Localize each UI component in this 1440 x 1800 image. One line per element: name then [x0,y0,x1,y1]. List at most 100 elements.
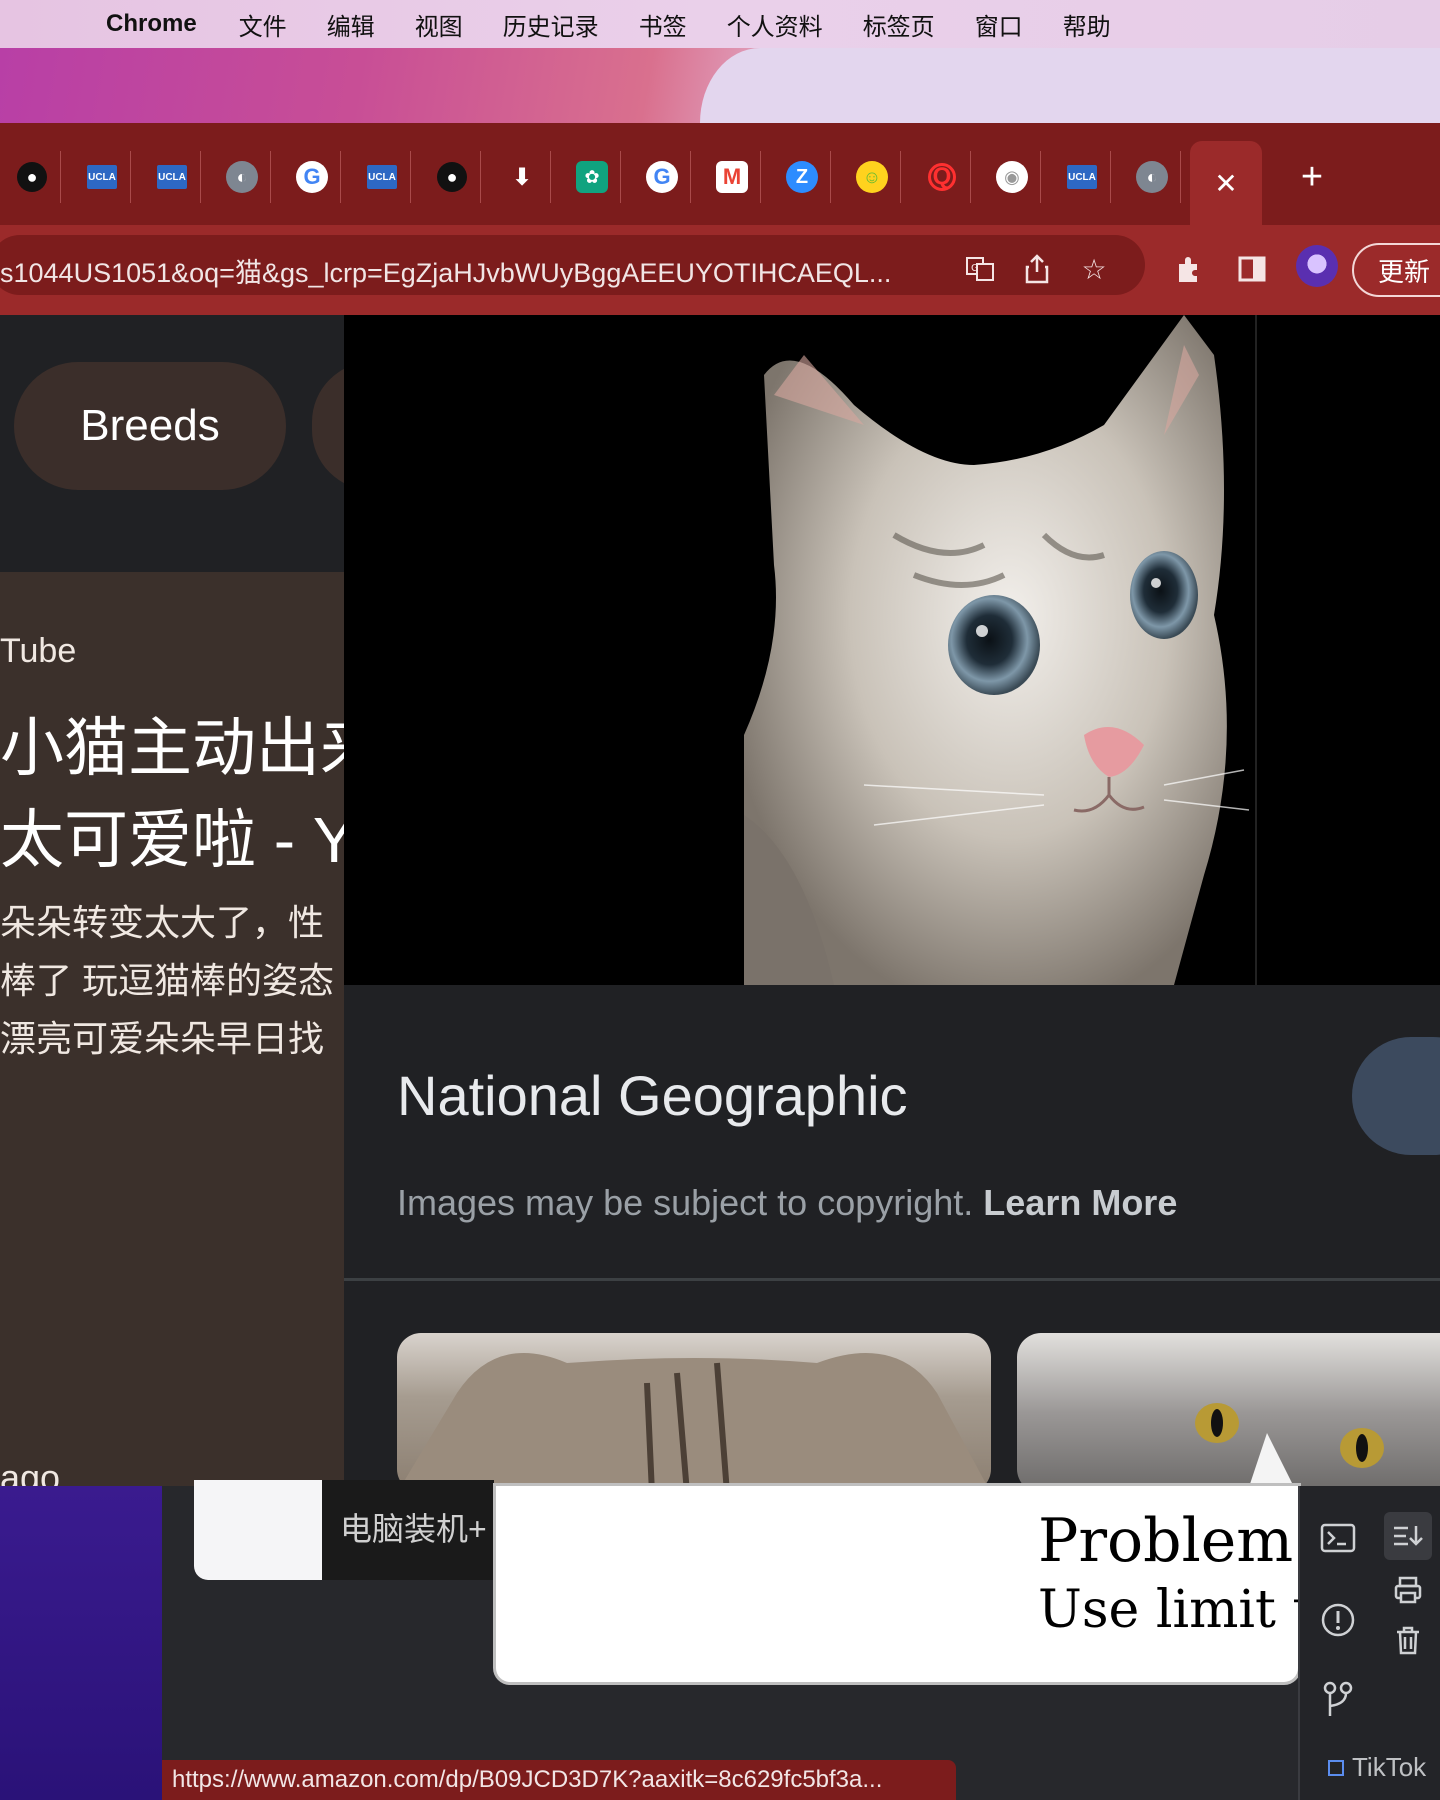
browser-tab[interactable]: ✿ [564,151,621,203]
copyright-notice: Images may be subject to copyright. Lear… [397,1182,1177,1224]
ucla-icon: UCLA [157,165,187,189]
browser-tab[interactable]: UCLA [144,151,201,203]
gmail-icon: M [716,161,748,193]
browser-tab[interactable]: ● [4,151,61,203]
image-preview-panel: National Geographic Images may be subjec… [344,315,1440,1486]
git-branch-icon[interactable] [1314,1676,1362,1724]
download-icon: ⬇ [511,163,533,191]
chrome-window: ● UCLA UCLA ◐ G UCLA ● ⬇ ✿ G M Z ☺ Q ◉ UCLA ◐ ✕ + s1044U… [0,123,1440,1486]
browser-tab[interactable]: ● [424,151,481,203]
address-bar[interactable]: s1044US1051&oq=猫&gs_lcrp=EgZjaHJvbWUyBgg… [0,235,1145,295]
related-image-thumbnail[interactable] [1017,1333,1440,1486]
result-snippet: 朵朵转变太大了，性 棒了 玩逗猫棒的姿态 漂亮可爱朵朵早日找 [0,894,344,1068]
tab-strip: ● UCLA UCLA ◐ G UCLA ● ⬇ ✿ G M Z ☺ Q ◉ UCLA ◐ ✕ + [0,123,1440,225]
print-icon[interactable] [1384,1566,1432,1614]
video-card-title[interactable]: 电脑装机+ [340,1504,487,1550]
alert-icon[interactable] [1314,1596,1362,1644]
related-image-thumbnail[interactable] [397,1333,991,1486]
globe-icon: ◐ [226,161,258,193]
terminal-icon[interactable] [1314,1514,1362,1562]
result-title[interactable]: 小猫主动出来 太可爱啦 - Yo [0,702,344,886]
result-source: Tube [0,632,77,670]
menu-file[interactable]: 文件 [239,7,287,42]
google-icon: G [646,161,678,193]
menu-bookmarks[interactable]: 书签 [639,7,687,42]
translate-icon[interactable]: G [958,247,1002,291]
macos-menu-bar: Chrome 文件 编辑 视图 历史记录 书签 个人资料 标签页 窗口 帮助 [0,0,1440,48]
browser-tab[interactable]: Q [914,151,971,203]
profile-avatar[interactable] [1296,245,1338,287]
address-bar-url[interactable]: s1044US1051&oq=猫&gs_lcrp=EgZjaHJvbWUyBgg… [0,251,940,290]
square-icon [1328,1760,1344,1776]
google-icon: G [296,161,328,193]
preview-divider [344,1278,1440,1281]
github-icon: ● [437,162,467,192]
browser-tab[interactable]: G [284,151,341,203]
chip-next[interactable] [312,362,344,490]
tiktok-label: TikTok [1352,1752,1427,1782]
link-status-bar: https://www.amazon.com/dp/B09JCD3D7K?aax… [162,1760,956,1800]
browser-tab[interactable]: ◉ [984,151,1041,203]
active-tab-close-button[interactable]: ✕ [1190,141,1262,225]
menu-edit[interactable]: 编辑 [327,7,375,42]
desktop-wallpaper-purple [0,1486,162,1800]
google-images-page: Breeds Tube 小猫主动出来 太可爱啦 - Yo 朵朵转变太大了，性 棒… [0,315,1440,1486]
search-result-card[interactable]: Tube 小猫主动出来 太可爱啦 - Yo 朵朵转变太大了，性 棒了 玩逗猫棒的… [0,572,344,1486]
quora-icon: Q [928,163,956,191]
ucla-icon: UCLA [367,165,397,189]
trash-icon[interactable] [1384,1616,1432,1664]
browser-tab[interactable]: ◐ [214,151,271,203]
pdf-subheading: Use limit t [1038,1580,1298,1640]
learn-more-link[interactable]: Learn More [983,1182,1177,1223]
globe-icon: ◐ [1136,161,1168,193]
menu-tabs[interactable]: 标签页 [863,7,935,42]
result-title-line[interactable]: 太可爱啦 - Yo [0,794,344,886]
result-age: ago [0,1457,61,1486]
chrome-icon: ◉ [996,161,1028,193]
filter-chip-row: Breeds [0,315,344,572]
browser-tab[interactable]: M [704,151,761,203]
browser-tab[interactable]: ⬇ [494,151,551,203]
pdf-viewer-pane: Problem Use limit t [496,1486,1298,1682]
menu-history[interactable]: 历史记录 [503,7,599,42]
menu-app-name[interactable]: Chrome [106,10,197,38]
pdf-heading: Problem [1038,1506,1294,1576]
snippet-line: 朵朵转变太大了，性 [0,902,325,943]
ucla-icon: UCLA [87,165,117,189]
menu-window[interactable]: 窗口 [975,7,1023,42]
browser-tab[interactable]: ◐ [1124,151,1181,203]
github-icon: ● [17,162,47,192]
side-panel-icon[interactable] [1230,247,1274,291]
svg-text:G: G [971,263,979,274]
copyright-text: Images may be subject to copyright. [397,1182,974,1223]
browser-tab[interactable]: Z [774,151,831,203]
browser-tab[interactable]: G [634,151,691,203]
result-title-line[interactable]: 小猫主动出来 [0,702,344,794]
share-icon[interactable] [1015,247,1059,291]
chatgpt-icon: ✿ [576,161,608,193]
zoom-icon: Z [786,161,818,193]
chip-breeds[interactable]: Breeds [14,362,286,490]
bookmark-star-icon[interactable]: ☆ [1072,247,1116,291]
browser-tab[interactable]: UCLA [1054,151,1111,203]
image-source-title[interactable]: National Geographic [397,1063,908,1128]
visit-button[interactable] [1352,1037,1440,1155]
snippet-line: 棒了 玩逗猫棒的姿态 [0,960,335,1001]
snippet-line: 漂亮可爱朵朵早日找 [0,1018,325,1059]
download-list-icon[interactable] [1384,1512,1432,1560]
extensions-icon[interactable] [1168,247,1212,291]
menu-help[interactable]: 帮助 [1063,7,1111,42]
browser-tab[interactable]: UCLA [354,151,411,203]
update-button[interactable]: 更新 [1352,243,1440,297]
menu-view[interactable]: 视图 [415,7,463,42]
new-tab-button[interactable]: + [1284,151,1340,203]
browser-tab[interactable]: UCLA [74,151,131,203]
cat-photo[interactable] [744,315,1256,985]
browser-toolbar: s1044US1051&oq=猫&gs_lcrp=EgZjaHJvbWUyBgg… [0,225,1440,315]
preview-image-area [344,315,1440,985]
huggingface-icon: ☺ [856,161,888,193]
browser-tab[interactable]: ☺ [844,151,901,203]
desktop-wallpaper [0,48,1440,123]
tiktok-tab[interactable]: TikTok [1328,1752,1426,1783]
menu-profiles[interactable]: 个人资料 [727,7,823,42]
